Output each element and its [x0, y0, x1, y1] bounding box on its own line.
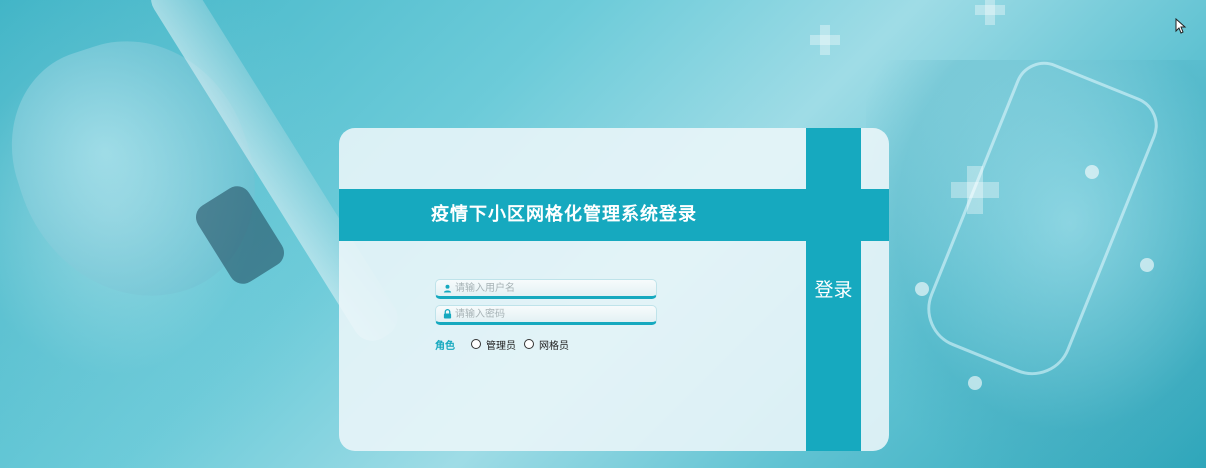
- medical-cross-icon: [975, 0, 1005, 25]
- login-card: 疫情下小区网格化管理系统登录 登录 角色 管理员 网格员: [339, 128, 889, 451]
- radio-button[interactable]: [471, 339, 481, 349]
- molecule-node-icon: [915, 282, 929, 296]
- role-option-label: 网格员: [539, 340, 569, 352]
- molecule-node-icon: [968, 376, 982, 390]
- login-button[interactable]: 登录: [806, 273, 861, 307]
- mouse-cursor-icon: [1175, 18, 1187, 34]
- password-field-wrapper: [435, 305, 657, 325]
- username-input[interactable]: [455, 280, 650, 296]
- medical-cross-icon: [810, 25, 840, 55]
- user-icon: [439, 280, 455, 296]
- molecule-node-icon: [1140, 258, 1154, 272]
- medical-cross-icon: [951, 166, 999, 214]
- page-title: 疫情下小区网格化管理系统登录: [431, 204, 697, 225]
- username-field-wrapper: [435, 279, 657, 299]
- password-input[interactable]: [455, 306, 650, 322]
- role-label: 角色: [435, 340, 455, 352]
- role-selector: 角色 管理员 网格员: [435, 336, 577, 352]
- role-option-label: 管理员: [486, 340, 516, 352]
- molecule-node-icon: [1085, 165, 1099, 179]
- role-option-grid-member[interactable]: 网格员: [524, 337, 569, 352]
- role-option-admin[interactable]: 管理员: [471, 337, 516, 352]
- lock-icon: [439, 306, 455, 322]
- radio-button[interactable]: [524, 339, 534, 349]
